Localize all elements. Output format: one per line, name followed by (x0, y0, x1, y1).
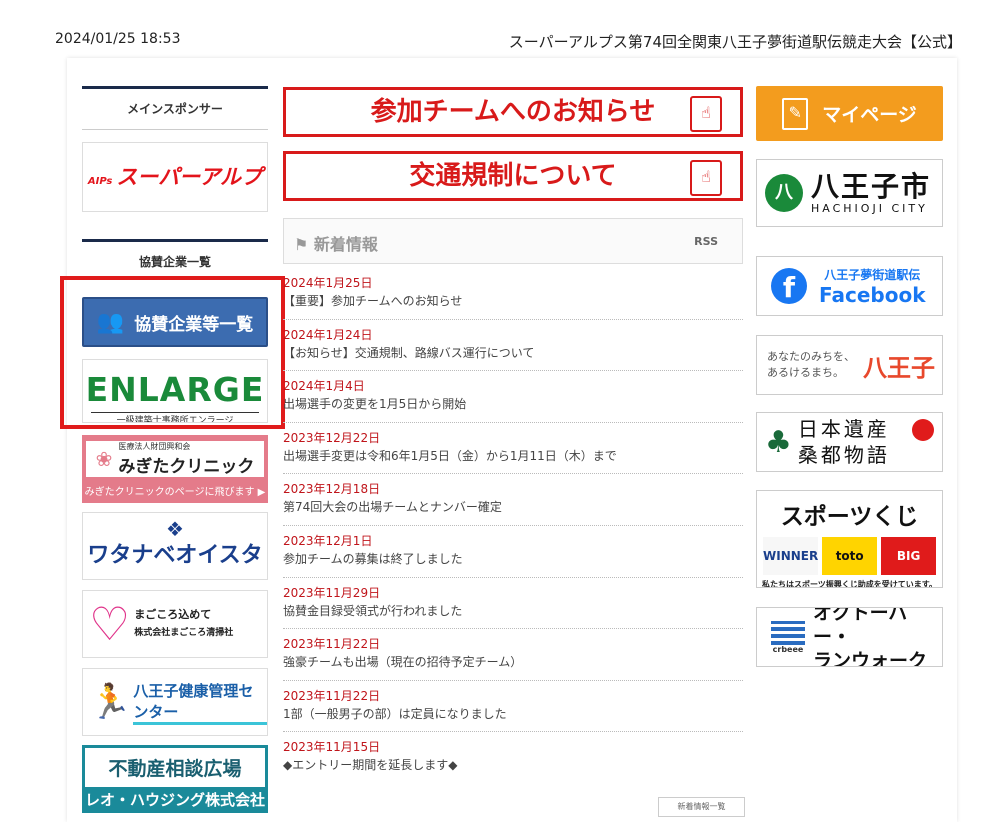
clinic-logo-icon: ❀ (95, 447, 113, 471)
hachioji-city-logo[interactable]: 八 八王子市 HACHIOJI CITY (756, 159, 943, 227)
current-datetime: 2024/01/25 18:53 (55, 31, 181, 47)
japan-heritage-banner[interactable]: ♣ 日本遺産 桑都物語 (756, 412, 943, 472)
facebook-icon: f (771, 268, 807, 304)
news-item[interactable]: 2023年11月29日 協賛金目録受領式が行われました (283, 578, 743, 630)
news-item[interactable]: 2023年11月15日 ◆エントリー期間を延長します◆ (283, 732, 743, 784)
news-item[interactable]: 2024年1月25日 【重要】参加チームへのお知らせ (283, 268, 743, 320)
news-item[interactable]: 2024年1月4日 出場選手の変更を1月5日から開始 (283, 371, 743, 423)
stripes-logo-icon (771, 620, 805, 645)
city-emblem-icon: 八 (765, 174, 803, 212)
sports-kuji-banner[interactable]: スポーツくじ WINNER toto BIG 私たちはスポーツ振興くじ助成を受け… (756, 490, 943, 588)
big-logo: BIG (881, 537, 937, 575)
hachioji-walk-banner[interactable]: あなたのみちを、 あるけるまち。 八王子 (756, 335, 943, 395)
facebook-banner[interactable]: f 八王子夢街道駅伝 Facebook (756, 256, 943, 316)
migita-clinic-banner[interactable]: ❀ 医療法人財団興和会 みぎたクリニック みぎたクリニックのページに飛びます ▶ (82, 435, 268, 503)
document-icon: ☝ (690, 160, 722, 196)
flag-icon: ⚑ (294, 235, 314, 254)
traffic-regulation-banner[interactable]: 交通規制について ☝ (283, 151, 743, 201)
winner-logo: WINNER (763, 537, 819, 575)
news-more-link[interactable]: 新着情報一覧 (658, 797, 745, 817)
watanabe-oyster-logo[interactable]: ❖ ワタナベオイスター (82, 512, 268, 580)
news-list: 2024年1月25日 【重要】参加チームへのお知らせ 2024年1月24日 【お知ら… (283, 268, 743, 784)
tree-icon: ♣ (765, 424, 792, 460)
teams-notice-banner[interactable]: 参加チームへのお知らせ ☝ (283, 87, 743, 137)
heart-icon: ♡ (89, 597, 131, 651)
news-item[interactable]: 2023年12月18日 第74回大会の出場チームとナンバー確定 (283, 474, 743, 526)
oyster-logo-icon: ❖ (166, 517, 184, 541)
news-item[interactable]: 2023年12月22日 出場選手変更は令和6年1月5日（金）から1月11日（木）ま… (283, 423, 743, 475)
site-title[interactable]: スーパーアルプス第74回全関東八王子夢街道駅伝競走大会【公式】 (509, 31, 962, 52)
news-item[interactable]: 2024年1月24日 【お知らせ】交通規制、路線バス運行について (283, 320, 743, 372)
main-sponsor-heading: メインスポンサー (82, 86, 268, 130)
alps-sponsor-logo[interactable]: AIPsスーパーアルプス (82, 142, 268, 212)
runner-icon: 🏃 (89, 682, 132, 722)
news-item[interactable]: 2023年11月22日 強豪チームも出場（現在の招待予定チーム） (283, 629, 743, 681)
kenko-center-logo[interactable]: 🏃 八王子健康管理センター (82, 668, 268, 736)
rss-link[interactable]: RSS (694, 235, 718, 248)
red-circle-icon (912, 419, 934, 441)
october-run-walk-banner[interactable]: crbeee オクトーバー・ ランウォーク (756, 607, 943, 667)
leo-housing-logo[interactable]: 不動産相談広場 レオ・ハウジング株式会社 (82, 745, 268, 813)
mypage-button[interactable]: ✎ マイページ (756, 86, 943, 141)
highlight-box (60, 276, 285, 429)
document-icon: ☝ (690, 96, 722, 132)
news-header: ⚑ 新着情報 RSS (283, 218, 743, 264)
news-item[interactable]: 2023年12月1日 参加チームの募集は終了しました (283, 526, 743, 578)
sponsors-heading: 協賛企業一覧 (82, 239, 268, 276)
magokoro-logo[interactable]: ♡ まごころ込めて 株式会社まごころ清掃社 (82, 590, 268, 658)
toto-logo: toto (822, 537, 878, 575)
edit-icon: ✎ (782, 97, 809, 130)
news-item[interactable]: 2023年11月22日 1部（一般男子の部）は定員になりました (283, 681, 743, 733)
